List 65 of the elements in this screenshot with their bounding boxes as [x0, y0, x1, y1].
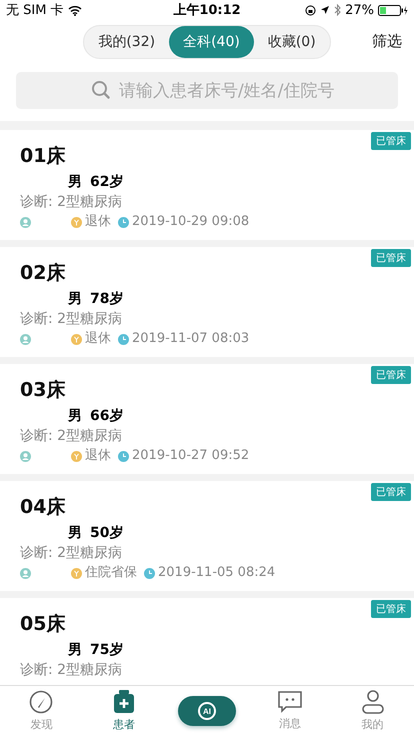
- wifi-icon: [68, 4, 82, 16]
- status-badge: 已管床: [371, 366, 411, 384]
- insurance-type: 退休: [85, 447, 111, 465]
- coin-icon: [71, 334, 82, 344]
- clock-icon: [118, 216, 129, 228]
- patient-gender: 男: [68, 641, 82, 659]
- patient-age: 62岁: [90, 173, 124, 191]
- person-icon: [20, 334, 31, 344]
- patient-gender: 男: [68, 524, 82, 542]
- person-icon: [362, 690, 384, 714]
- bluetooth-icon: [334, 4, 342, 16]
- insurance-type: 退休: [85, 213, 111, 231]
- location-arrow-icon: [320, 5, 330, 15]
- battery-icon: [378, 4, 408, 16]
- bed-number: 01床: [20, 144, 66, 168]
- status-badge: 已管床: [371, 132, 411, 150]
- patient-gender: 男: [68, 290, 82, 308]
- medical-kit-icon: [113, 690, 136, 714]
- diagnosis-text: 诊断: 2型糖尿病: [20, 661, 124, 680]
- admission-time: 2019-11-07 08:03: [132, 330, 250, 348]
- nav-tab[interactable]: 患者: [82, 686, 166, 736]
- filter-button[interactable]: 筛选: [372, 32, 402, 51]
- admission-time: 2019-11-05 08:24: [158, 564, 276, 582]
- segment-tab[interactable]: 全科(40): [169, 26, 254, 58]
- person-icon: [20, 450, 31, 462]
- patient-age: 75岁: [90, 641, 124, 659]
- diagnosis-text: 诊断: 2型糖尿病: [20, 193, 124, 212]
- patient-age: 78岁: [90, 290, 124, 308]
- patient-gender: 男: [68, 407, 82, 425]
- coin-icon: [71, 216, 82, 228]
- segment-tab[interactable]: 收藏(0): [254, 26, 330, 58]
- clock-icon: [144, 568, 155, 578]
- patient-age: 50岁: [90, 524, 124, 542]
- diagnosis-text: 诊断: 2型糖尿病: [20, 544, 124, 563]
- person-icon: [20, 216, 31, 228]
- admission-time: 2019-10-29 09:08: [132, 213, 250, 231]
- lock-rotation-icon: [305, 4, 316, 16]
- insurance-type: 住院省保: [85, 564, 137, 582]
- diagnosis-text: 诊断: 2型糖尿病: [20, 427, 124, 446]
- battery-percent: 27%: [345, 2, 374, 18]
- status-badge: 已管床: [371, 249, 411, 267]
- search-field[interactable]: 请输入患者床号/姓名/住院号: [16, 72, 398, 109]
- patient-gender: 男: [68, 173, 82, 191]
- ai-button[interactable]: AI: [178, 696, 236, 726]
- carrier-label: 无 SIM 卡: [6, 2, 64, 19]
- status-badge: 已管床: [371, 483, 411, 501]
- status-badge: 已管床: [371, 600, 411, 618]
- segment-tab[interactable]: 我的(32): [84, 26, 170, 58]
- diagnosis-text: 诊断: 2型糖尿病: [20, 310, 124, 329]
- coin-icon: [71, 568, 82, 578]
- person-icon: [20, 568, 31, 578]
- search-icon: [91, 80, 111, 100]
- bed-number: 03床: [20, 378, 66, 402]
- bed-number: 05床: [20, 612, 66, 636]
- clock-icon: [118, 334, 129, 344]
- bed-number: 04床: [20, 495, 66, 519]
- compass-icon: [29, 690, 54, 714]
- insurance-type: 退休: [85, 330, 111, 348]
- clock-icon: [118, 450, 129, 462]
- admission-time: 2019-10-27 09:52: [132, 447, 250, 465]
- bed-number: 02床: [20, 261, 66, 285]
- chat-icon: [278, 691, 302, 713]
- coin-icon: [71, 450, 82, 462]
- patient-age: 66岁: [90, 407, 124, 425]
- clock-time: 上午10:12: [173, 2, 241, 19]
